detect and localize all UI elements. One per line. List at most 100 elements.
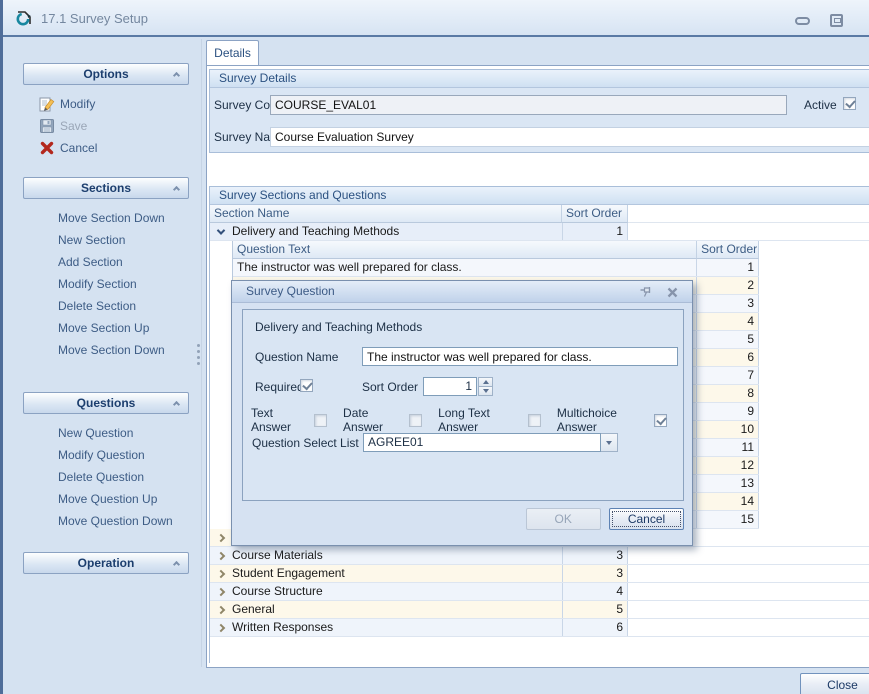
splitter-grip[interactable] [196,344,200,365]
question-select-list-value[interactable]: AGREE01 [363,433,601,452]
expand-row-button[interactable] [210,529,232,546]
collapse-row-button[interactable] [210,223,232,240]
sidebar-item-question-action[interactable]: New Question [23,422,189,444]
survey-details-header: Survey Details [210,70,869,88]
expand-row-button[interactable] [210,565,232,582]
panel-questions: Questions New Question Modify Question D… [23,392,189,532]
question-sort-cell: 1 [697,259,759,276]
minimize-button[interactable] [791,13,813,27]
spin-up-button[interactable] [478,377,493,387]
panel-options-header[interactable]: Options [23,63,189,85]
answer-checkbox[interactable] [528,414,541,427]
tab-details[interactable]: Details [206,40,259,66]
sidebar-item-question-action[interactable]: Delete Question [23,466,189,488]
sidebar-item-label: Save [55,119,87,133]
section-row[interactable]: Course Structure 4 [210,583,869,601]
chevron-down-icon [606,441,612,445]
expand-row-button[interactable] [210,619,232,636]
sidebar-item-cancel[interactable]: Cancel [23,137,189,159]
sidebar-item-question-action[interactable]: Modify Question [23,444,189,466]
spin-down-button[interactable] [478,387,493,396]
survey-code-input[interactable] [270,95,787,115]
sort-order-label: Sort Order [362,380,418,394]
dialog-titlebar[interactable]: Survey Question [232,281,692,303]
expand-row-button[interactable] [210,547,232,564]
sidebar-item-section-action[interactable]: Move Section Down [23,339,189,361]
panel-questions-title: Questions [77,396,136,410]
section-row-expanded[interactable]: Delivery and Teaching Methods 1 [210,223,869,241]
sidebar-item-section-action[interactable]: New Section [23,229,189,251]
question-select-list-combo: AGREE01 [363,433,618,452]
minimize-icon [795,17,810,25]
required-checkbox[interactable] [300,379,313,392]
modify-icon [39,96,55,112]
section-row[interactable]: General 5 [210,601,869,619]
section-sort-cell: 3 [562,565,628,582]
sidebar-item-label: Modify [55,97,95,111]
sidebar-splitter[interactable] [201,39,202,667]
sidebar-item-section-action[interactable]: Move Section Down [23,207,189,229]
answer-checkbox[interactable] [314,414,327,427]
panel-sections: Sections Move Section Down New Section A… [23,177,189,361]
cancel-icon [39,140,55,156]
survey-setup-window: 17.1 Survey Setup Options Modif [0,0,869,694]
answer-checkbox[interactable] [654,414,667,427]
sidebar-item-label: Move Section Down [23,343,165,357]
panel-sections-header[interactable]: Sections [23,177,189,199]
maximize-button[interactable] [825,13,847,27]
column-header-question-text[interactable]: Question Text [233,241,697,259]
chevron-down-icon [217,226,225,234]
question-name-label: Question Name [255,350,338,364]
sidebar-item-label: Move Question Down [23,514,173,528]
sort-order-value[interactable]: 1 [423,377,477,396]
sidebar-item-label: Move Question Up [23,492,157,506]
survey-name-input[interactable] [270,127,869,147]
dialog-close-icon[interactable] [666,286,679,299]
collapse-chevron-icon [173,401,180,408]
maximize-icon [830,14,843,27]
question-name-input[interactable] [362,347,678,366]
expand-row-button[interactable] [210,601,232,618]
question-row[interactable]: The instructor was well prepared for cla… [233,259,759,277]
close-button[interactable]: Close [800,673,869,694]
save-icon [39,118,55,134]
collapse-chevron-icon [173,561,180,568]
sidebar-item-question-action[interactable]: Move Question Up [23,488,189,510]
sidebar-item-section-action[interactable]: Delete Section [23,295,189,317]
sidebar-item-label: New Question [23,426,133,440]
dropdown-button[interactable] [601,433,618,452]
question-sort-cell: 11 [697,439,759,456]
section-row[interactable]: Student Engagement 3 [210,565,869,583]
panel-operation: Operation [23,552,189,574]
answer-checkbox-group: Text Answer [251,406,327,434]
section-row[interactable]: Written Responses 6 [210,619,869,637]
sidebar-item-modify[interactable]: Modify [23,93,189,115]
sidebar-item-question-action[interactable]: Move Question Down [23,510,189,532]
column-header-section-name[interactable]: Section Name [210,205,562,223]
section-row[interactable]: Course Materials 3 [210,547,869,565]
column-header-question-sort[interactable]: Sort Order [697,241,759,259]
sidebar-item-save[interactable]: Save [23,115,189,137]
pin-icon[interactable] [639,286,652,299]
sidebar-item-section-action[interactable]: Modify Section [23,273,189,295]
panel-options-title: Options [83,67,128,81]
sidebar-item-label: Delete Section [23,299,136,313]
sidebar-item-label: Move Section Up [23,321,149,335]
chevron-right-icon [217,569,225,577]
required-label: Required [255,380,304,394]
sidebar-item-label: Modify Question [23,448,145,462]
answer-checkbox[interactable] [409,414,422,427]
sidebar-item-section-action[interactable]: Move Section Up [23,317,189,339]
cancel-button[interactable]: Cancel [609,508,684,530]
panel-questions-header[interactable]: Questions [23,392,189,414]
chevron-right-icon [217,587,225,595]
active-checkbox[interactable] [843,97,856,110]
expand-row-button[interactable] [210,583,232,600]
sidebar-item-section-action[interactable]: Add Section [23,251,189,273]
panel-operation-header[interactable]: Operation [23,552,189,574]
ok-button[interactable]: OK [526,508,601,530]
questions-item-list: New Question Modify Question Delete Ques… [23,414,189,532]
section-sort-cell: 1 [562,223,628,240]
column-header-sort-order[interactable]: Sort Order [562,205,628,223]
sidebar-item-label: Move Section Down [23,211,165,225]
